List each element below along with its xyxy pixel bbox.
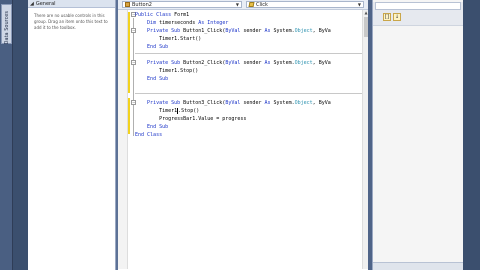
code-line: Dim timerseconds As Integer [147, 20, 229, 26]
data-sources-tab[interactable]: Data Sources [1, 4, 12, 44]
chevron-down-icon[interactable]: ▼ [358, 2, 361, 7]
chevron-down-icon[interactable]: ▼ [236, 2, 239, 7]
properties-panel: [] ↓ [372, 0, 464, 270]
collapse-triangle-icon[interactable]: ◢ [30, 1, 34, 7]
method-separator [135, 93, 365, 94]
alphabetical-sort-button[interactable]: ↓ [393, 13, 401, 21]
toolbox-group-header[interactable]: ◢ General [28, 0, 115, 8]
right-edge-strip [463, 0, 480, 270]
properties-toolbar: [] ↓ [373, 2, 463, 26]
data-sources-tab-label: Data Sources [4, 11, 10, 45]
text-caret [177, 107, 179, 114]
change-marker [128, 98, 130, 134]
method-separator [135, 53, 365, 54]
toolbox-empty-message: There are no usable controls in this gro… [34, 13, 108, 30]
change-marker [128, 63, 130, 93]
code-line: End Sub [147, 124, 169, 130]
code-line: Private Sub Button3_Click(ByVal sender A… [147, 100, 331, 106]
left-tool-strip: Data Sources [0, 0, 13, 270]
toolbox-panel: ◢ General There are no usable controls i… [28, 0, 116, 270]
method-name-combo[interactable]: Click ▼ [246, 1, 364, 8]
code-line: End Sub [147, 76, 169, 82]
code-line: ProgressBar1.Value = progress [135, 116, 247, 122]
code-line: Private Sub Button1_Click(ByVal sender A… [147, 28, 331, 34]
code-text-area[interactable]: − − − − Public Class Form1 Dim timerseco… [118, 10, 368, 269]
code-line: End Class [135, 132, 163, 138]
class-name-combo[interactable]: Button2 ▼ [122, 1, 242, 8]
event-icon [248, 2, 255, 7]
code-line: Public Class Form1 [135, 12, 190, 18]
editor-navigation-bar: Button2 ▼ Click ▼ [118, 0, 368, 10]
properties-description-bar [373, 262, 464, 270]
class-icon [125, 2, 130, 7]
toolbox-group-title: General [35, 0, 56, 7]
outline-guide [133, 18, 134, 136]
method-name-value: Click [256, 1, 268, 8]
code-line: Timer1.Stop() [135, 107, 200, 114]
indicator-margin [118, 10, 128, 269]
code-line: Timer1.Stop() [135, 68, 199, 74]
code-editor: Button2 ▼ Click ▼ − − − − Public Class F… [118, 0, 368, 270]
code-line: Timer1.Start() [135, 36, 202, 42]
code-line: Private Sub Button2_Click(ByVal sender A… [147, 60, 331, 66]
class-name-value: Button2 [132, 1, 152, 8]
categorized-view-button[interactable]: [] [383, 13, 391, 21]
code-line: End Sub [147, 44, 169, 50]
object-selector-combo[interactable] [375, 2, 461, 10]
change-marker [128, 12, 130, 68]
